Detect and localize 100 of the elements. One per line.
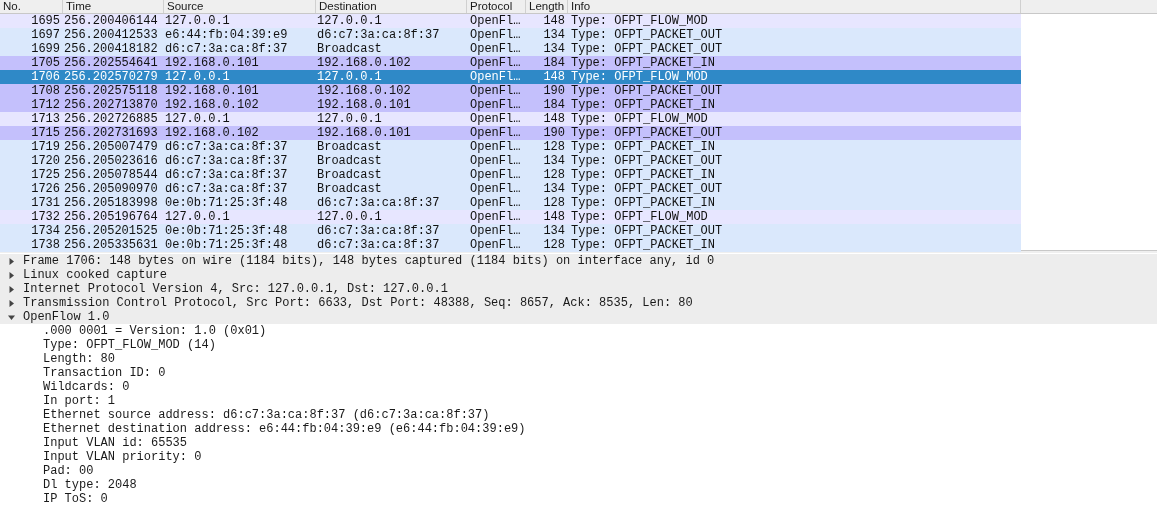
packet-row[interactable]: 1732 256.205196764 127.0.0.1 127.0.0.1 OpenFl… 148 Type: OFPT_FLOW_MOD — [0, 210, 1021, 224]
packet-row[interactable]: 1708 256.202575118 192.168.0.101 192.168.0.102 OpenFl… 190 Type: OFPT_PACKET_OUT — [0, 84, 1021, 98]
column-header[interactable]: Source — [164, 0, 316, 13]
detail-line[interactable]: .000 0001 = Version: 1.0 (0x01) — [43, 324, 267, 338]
table-cell-text: OpenFl… — [469, 84, 522, 98]
table-cell-text: d6:c7:3a:ca:8f:37 — [316, 224, 441, 238]
table-cell-text: 1695 — [30, 14, 61, 28]
table-cell-text: 127.0.0.1 — [316, 70, 383, 84]
table-cell-text: 128 — [542, 196, 566, 210]
collapse-arrow-icon[interactable] — [8, 313, 15, 321]
table-cell-text: 127.0.0.1 — [316, 14, 383, 28]
table-cell-text: d6:c7:3a:ca:8f:37 — [164, 140, 289, 154]
detail-line[interactable]: Type: OFPT_FLOW_MOD (14) — [43, 338, 216, 352]
detail-line[interactable]: Ethernet source address: d6:c7:3a:ca:8f:37 (d6:c7:3a:ca:8f:37) — [43, 408, 490, 422]
table-cell-text: Type: OFPT_PACKET_OUT — [570, 224, 724, 238]
column-header[interactable]: No. — [0, 0, 63, 13]
table-cell-text: Broadcast — [316, 182, 383, 196]
table-cell-text: 1726 — [30, 182, 61, 196]
table-cell-text: 1713 — [30, 112, 61, 126]
table-cell-text: 192.168.0.102 — [164, 98, 260, 112]
table-cell-text: 134 — [542, 154, 566, 168]
expand-arrow-icon[interactable] — [8, 257, 15, 265]
table-cell-text: Type: OFPT_PACKET_IN — [570, 196, 717, 210]
table-cell-text: 127.0.0.1 — [164, 14, 231, 28]
detail-line[interactable]: IP ToS: 0 — [43, 492, 108, 506]
detail-line[interactable]: Linux cooked capture — [23, 268, 168, 282]
detail-line[interactable]: OpenFlow 1.0 — [23, 310, 110, 324]
column-header[interactable]: Protocol — [467, 0, 526, 13]
table-cell-text: OpenFl… — [469, 126, 522, 140]
packet-row[interactable]: 1731 256.205183998 0e:0b:71:25:3f:48 d6:c7:3a:ca:8f:37 OpenFl… 128 Type: OFPT_PACKET_IN — [0, 196, 1021, 210]
table-cell-text: OpenFl… — [469, 14, 522, 28]
packet-row[interactable]: 1712 256.202713870 192.168.0.102 192.168.0.101 OpenFl… 184 Type: OFPT_PACKET_IN — [0, 98, 1021, 112]
table-cell-text: Type: OFPT_PACKET_OUT — [570, 182, 724, 196]
table-cell-text: Type: OFPT_PACKET_OUT — [570, 28, 724, 42]
column-header[interactable]: Time — [63, 0, 164, 13]
table-cell-text: d6:c7:3a:ca:8f:37 — [164, 168, 289, 182]
table-cell-text: d6:c7:3a:ca:8f:37 — [316, 28, 441, 42]
detail-line[interactable]: Pad: 00 — [43, 464, 94, 478]
table-cell-text: 256.200412533 — [63, 28, 159, 42]
table-cell-text: Type: OFPT_PACKET_OUT — [570, 154, 724, 168]
table-cell-text: Type: OFPT_PACKET_IN — [570, 140, 717, 154]
packet-row[interactable]: 1697 256.200412533 e6:44:fb:04:39:e9 d6:c7:3a:ca:8f:37 OpenFl… 134 Type: OFPT_PACKET_OUT — [0, 28, 1021, 42]
table-cell-text: 1705 — [30, 56, 61, 70]
table-cell-text: d6:c7:3a:ca:8f:37 — [164, 182, 289, 196]
table-cell-text: OpenFl… — [469, 28, 522, 42]
detail-line[interactable]: Transaction ID: 0 — [43, 366, 166, 380]
table-cell-text: 1732 — [30, 210, 61, 224]
packet-row[interactable]: 1715 256.202731693 192.168.0.102 192.168.0.101 OpenFl… 190 Type: OFPT_PACKET_OUT — [0, 126, 1021, 140]
table-cell-text: 0e:0b:71:25:3f:48 — [164, 238, 289, 252]
table-cell-text: 134 — [542, 42, 566, 56]
table-cell-text: OpenFl… — [469, 210, 522, 224]
packet-row[interactable]: 1719 256.205007479 d6:c7:3a:ca:8f:37 Broadcast OpenFl… 128 Type: OFPT_PACKET_IN — [0, 140, 1021, 154]
table-cell-text: 0e:0b:71:25:3f:48 — [164, 196, 289, 210]
packet-row[interactable]: 1734 256.205201525 0e:0b:71:25:3f:48 d6:c7:3a:ca:8f:37 OpenFl… 134 Type: OFPT_PACKET_OUT — [0, 224, 1021, 238]
detail-line[interactable]: Input VLAN id: 65535 — [43, 436, 188, 450]
column-header[interactable]: Destination — [316, 0, 467, 13]
table-cell-text: d6:c7:3a:ca:8f:37 — [316, 196, 441, 210]
table-cell-text: 192.168.0.102 — [316, 84, 412, 98]
table-cell-text: 256.202713870 — [63, 98, 159, 112]
table-cell-text: OpenFl… — [469, 182, 522, 196]
table-cell-text: 1731 — [30, 196, 61, 210]
table-cell-text: 256.202731693 — [63, 126, 159, 140]
packet-row[interactable]: 1699 256.200418182 d6:c7:3a:ca:8f:37 Broadcast OpenFl… 134 Type: OFPT_PACKET_OUT — [0, 42, 1021, 56]
table-cell-text: 1725 — [30, 168, 61, 182]
table-cell-text: 128 — [542, 168, 566, 182]
packet-row[interactable]: 1725 256.205078544 d6:c7:3a:ca:8f:37 Broadcast OpenFl… 128 Type: OFPT_PACKET_IN — [0, 168, 1021, 182]
table-cell-text: 1708 — [30, 84, 61, 98]
table-cell-text: d6:c7:3a:ca:8f:37 — [164, 154, 289, 168]
table-cell-text: Type: OFPT_FLOW_MOD — [570, 14, 709, 28]
detail-line[interactable]: In port: 1 — [43, 394, 115, 408]
detail-line[interactable]: Input VLAN priority: 0 — [43, 450, 202, 464]
table-cell-text: 148 — [542, 210, 566, 224]
expand-arrow-icon[interactable] — [8, 285, 15, 293]
packet-row[interactable]: 1695 256.200406144 127.0.0.1 127.0.0.1 OpenFl… 148 Type: OFPT_FLOW_MOD — [0, 14, 1021, 28]
column-header[interactable]: Length — [526, 0, 568, 13]
table-cell-text: 184 — [542, 98, 566, 112]
column-header[interactable]: Info — [568, 0, 1021, 13]
table-cell-text: 192.168.0.102 — [164, 126, 260, 140]
detail-line[interactable]: Wildcards: 0 — [43, 380, 130, 394]
packet-row[interactable]: 1720 256.205023616 d6:c7:3a:ca:8f:37 Broadcast OpenFl… 134 Type: OFPT_PACKET_OUT — [0, 154, 1021, 168]
packet-row[interactable]: 1738 256.205335631 0e:0b:71:25:3f:48 d6:c7:3a:ca:8f:37 OpenFl… 128 Type: OFPT_PACKET_IN — [0, 238, 1021, 252]
table-cell-text: 127.0.0.1 — [316, 210, 383, 224]
packet-row[interactable]: 1706 256.202570279 127.0.0.1 127.0.0.1 OpenFl… 148 Type: OFPT_FLOW_MOD — [0, 70, 1021, 84]
packet-row[interactable]: 1726 256.205090970 d6:c7:3a:ca:8f:37 Broadcast OpenFl… 134 Type: OFPT_PACKET_OUT — [0, 182, 1021, 196]
detail-line[interactable]: Dl type: 2048 — [43, 478, 137, 492]
table-cell-text: 1719 — [30, 140, 61, 154]
table-cell-text: 256.205183998 — [63, 196, 159, 210]
table-cell-text: 1738 — [30, 238, 61, 252]
table-cell-text: 256.205007479 — [63, 140, 159, 154]
table-cell-text: 256.205023616 — [63, 154, 159, 168]
packet-row[interactable]: 1713 256.202726885 127.0.0.1 127.0.0.1 OpenFl… 148 Type: OFPT_FLOW_MOD — [0, 112, 1021, 126]
table-cell-text: 1734 — [30, 224, 61, 238]
table-cell-text: OpenFl… — [469, 98, 522, 112]
detail-line[interactable]: Ethernet destination address: e6:44:fb:04:39:e9 (e6:44:fb:04:39:e9) — [43, 422, 526, 436]
detail-line[interactable]: Length: 80 — [43, 352, 115, 366]
expand-arrow-icon[interactable] — [8, 299, 15, 307]
table-cell-text: 256.202575118 — [63, 84, 159, 98]
packet-row[interactable]: 1705 256.202554641 192.168.0.101 192.168.0.102 OpenFl… 184 Type: OFPT_PACKET_IN — [0, 56, 1021, 70]
table-cell-text: OpenFl… — [469, 196, 522, 210]
expand-arrow-icon[interactable] — [8, 271, 15, 279]
